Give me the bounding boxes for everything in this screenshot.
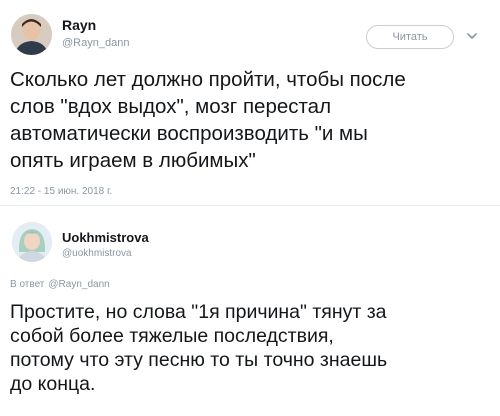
in-reply-to: В ответ @Rayn_dann bbox=[10, 279, 110, 290]
tweet-timestamp[interactable]: 21:22 - 15 июн. 2018 г. bbox=[10, 186, 112, 197]
chevron-down-icon[interactable] bbox=[465, 29, 479, 43]
follow-button[interactable]: Читать bbox=[366, 25, 454, 49]
reply-author-avatar[interactable] bbox=[12, 222, 52, 262]
author-avatar[interactable] bbox=[11, 14, 52, 55]
avatar-photo-icon bbox=[11, 14, 52, 55]
tweet-text: Сколько лет должно пройти, чтобы после с… bbox=[10, 68, 406, 172]
divider bbox=[0, 205, 500, 206]
tweet-thread: Rayn @Rayn_dann Читать Сколько лет должн… bbox=[0, 0, 500, 416]
author-name[interactable]: Rayn bbox=[62, 17, 96, 33]
in-reply-to-handle[interactable]: @Rayn_dann bbox=[48, 279, 109, 290]
reply-author-name[interactable]: Uokhmistrova bbox=[62, 230, 149, 245]
in-reply-to-label: В ответ bbox=[10, 279, 45, 290]
reply-text: Простите, но слова "1я причина" тянут за… bbox=[10, 301, 388, 395]
avatar-photo-icon bbox=[12, 222, 52, 262]
reply-author-handle[interactable]: @uokhmistrova bbox=[62, 248, 132, 259]
author-handle[interactable]: @Rayn_dann bbox=[62, 37, 129, 49]
